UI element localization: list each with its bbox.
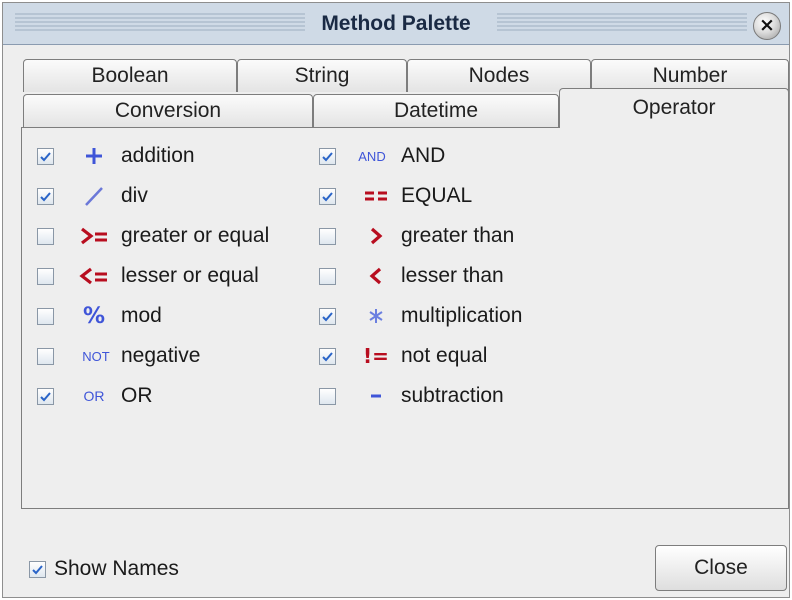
method-item-subtraction[interactable]: subtraction	[319, 380, 579, 412]
lesser-than-icon	[355, 260, 397, 292]
multiplication-checkbox[interactable]	[319, 307, 336, 325]
method-item-lesser-than[interactable]: lesser than	[319, 260, 579, 292]
lesser-or-equal-checkbox[interactable]	[37, 267, 54, 285]
negative-label: negative	[121, 344, 201, 367]
method-item-negative[interactable]: NOT negative	[37, 340, 327, 372]
and-icon: AND	[358, 148, 386, 164]
negative-checkbox[interactable]	[37, 347, 54, 365]
multiplication-label: multiplication	[401, 304, 523, 327]
method-item-addition[interactable]: addition	[37, 140, 327, 172]
slash-icon	[75, 180, 113, 212]
or-label: OR	[121, 384, 153, 407]
close-button[interactable]: Close	[655, 545, 787, 591]
or-checkbox[interactable]	[37, 387, 54, 405]
plus-icon	[75, 140, 113, 172]
show-names-label: Show Names	[54, 557, 179, 580]
equal-checkbox[interactable]	[319, 187, 336, 205]
equal-label: EQUAL	[401, 184, 473, 207]
not-equal-checkbox[interactable]	[319, 347, 336, 365]
method-item-div[interactable]: div	[37, 180, 327, 212]
and-checkbox[interactable]	[319, 147, 336, 165]
lesser-than-checkbox[interactable]	[319, 267, 336, 285]
tab-string[interactable]: String	[237, 59, 407, 92]
method-palette-window: Method Palette × Boolean String Nodes Nu…	[2, 2, 790, 598]
method-item-multiplication[interactable]: multiplication	[319, 300, 579, 332]
method-item-lesser-or-equal[interactable]: lesser or equal	[37, 260, 327, 292]
lesser-or-equal-label: lesser or equal	[121, 264, 259, 287]
lesser-than-label: lesser than	[401, 264, 504, 287]
method-item-not-equal[interactable]: != not equal	[319, 340, 579, 372]
mod-label: mod	[121, 304, 162, 327]
method-item-and[interactable]: AND AND	[319, 140, 579, 172]
equal-icon	[355, 180, 397, 212]
addition-checkbox[interactable]	[37, 147, 54, 165]
addition-label: addition	[121, 144, 195, 167]
not-equal-label: not equal	[401, 344, 488, 367]
greater-than-icon	[355, 220, 397, 252]
method-item-equal[interactable]: EQUAL	[319, 180, 579, 212]
greater-or-equal-icon	[75, 220, 113, 252]
window-title: Method Palette	[321, 12, 471, 35]
greater-than-checkbox[interactable]	[319, 227, 336, 245]
subtraction-checkbox[interactable]	[319, 387, 336, 405]
and-label: AND	[401, 144, 446, 167]
tab-boolean[interactable]: Boolean	[23, 59, 237, 92]
subtraction-label: subtraction	[401, 384, 504, 407]
asterisk-icon	[355, 300, 397, 332]
greater-or-equal-checkbox[interactable]	[37, 227, 54, 245]
percent-icon: %	[82, 303, 106, 329]
tab-conversion[interactable]: Conversion	[23, 94, 313, 127]
or-icon: OR	[83, 388, 105, 404]
tab-operator[interactable]: Operator	[559, 88, 789, 128]
not-equal-icon: !=	[363, 344, 389, 368]
greater-than-label: greater than	[401, 224, 515, 247]
minus-icon	[355, 380, 397, 412]
show-names-checkbox[interactable]	[29, 560, 46, 578]
lesser-or-equal-icon	[75, 260, 113, 292]
close-icon[interactable]: ×	[753, 12, 781, 40]
tab-datetime[interactable]: Datetime	[313, 94, 559, 127]
not-icon: NOT	[82, 348, 110, 364]
show-names-toggle[interactable]: Show Names	[29, 557, 179, 581]
method-item-mod[interactable]: % mod	[37, 300, 327, 332]
div-label: div	[121, 184, 148, 207]
greater-or-equal-label: greater or equal	[121, 224, 270, 247]
div-checkbox[interactable]	[37, 187, 54, 205]
title-bar[interactable]: Method Palette ×	[3, 3, 789, 45]
method-item-or[interactable]: OR OR	[37, 380, 327, 412]
mod-checkbox[interactable]	[37, 307, 54, 325]
method-item-greater-than[interactable]: greater than	[319, 220, 579, 252]
method-item-greater-or-equal[interactable]: greater or equal	[37, 220, 327, 252]
operator-panel: addition div greater or equal lesser or …	[21, 127, 789, 509]
